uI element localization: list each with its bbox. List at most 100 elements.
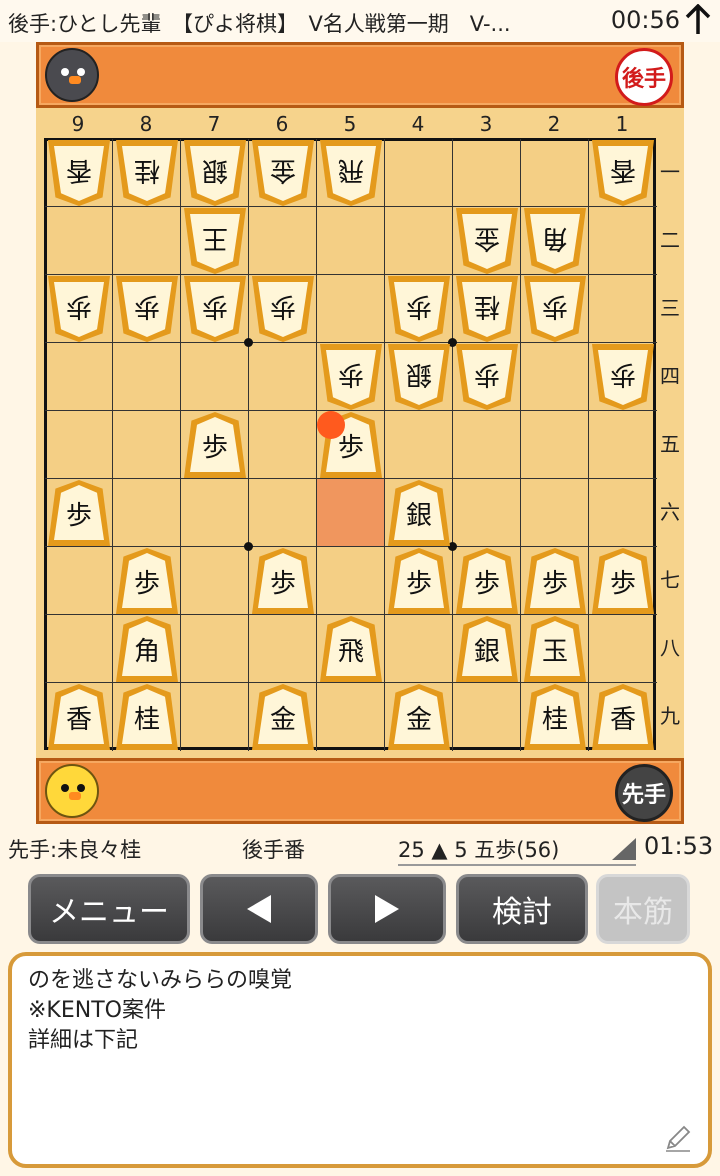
board-square[interactable] xyxy=(113,207,181,275)
board-square[interactable] xyxy=(181,615,249,683)
board-square[interactable] xyxy=(249,343,317,411)
board-square[interactable] xyxy=(385,207,453,275)
piece-glyph: 歩 xyxy=(270,291,297,322)
piece-glyph: 歩 xyxy=(134,291,161,322)
sente-piece[interactable]: 歩 xyxy=(388,548,450,614)
gote-piece[interactable]: 桂 xyxy=(119,143,175,203)
board-square[interactable] xyxy=(453,683,521,751)
sente-piece[interactable]: 桂 xyxy=(116,684,178,750)
sente-piece[interactable]: 歩 xyxy=(184,412,246,478)
gote-piece[interactable]: 飛 xyxy=(323,143,379,203)
board-square[interactable] xyxy=(249,207,317,275)
board-square[interactable] xyxy=(113,343,181,411)
board-square[interactable] xyxy=(589,411,657,479)
board-square[interactable] xyxy=(181,547,249,615)
gote-piece[interactable]: 歩 xyxy=(119,279,175,339)
gote-piece[interactable]: 歩 xyxy=(459,347,515,407)
file-label: 4 xyxy=(411,112,425,136)
board-square[interactable] xyxy=(521,479,589,547)
board-square[interactable] xyxy=(181,479,249,547)
sente-piece[interactable]: 香 xyxy=(48,684,110,750)
board-square[interactable] xyxy=(589,615,657,683)
board-square[interactable] xyxy=(249,615,317,683)
gote-piece[interactable]: 歩 xyxy=(391,279,447,339)
board-square[interactable] xyxy=(521,411,589,479)
board-square[interactable] xyxy=(113,479,181,547)
board-square[interactable] xyxy=(317,547,385,615)
next-move-button[interactable] xyxy=(328,874,446,944)
pencil-icon[interactable] xyxy=(662,1122,694,1154)
board-square[interactable] xyxy=(181,683,249,751)
gote-piece[interactable]: 歩 xyxy=(527,279,583,339)
sente-piece[interactable]: 銀 xyxy=(388,480,450,546)
gote-piece[interactable]: 歩 xyxy=(255,279,311,339)
board-square[interactable] xyxy=(385,139,453,207)
sente-piece[interactable]: 飛 xyxy=(320,616,382,682)
sente-piece[interactable]: 金 xyxy=(388,684,450,750)
board-square[interactable] xyxy=(385,411,453,479)
board-square[interactable] xyxy=(45,411,113,479)
board-square[interactable] xyxy=(589,207,657,275)
board-square[interactable] xyxy=(453,411,521,479)
sente-piece[interactable]: 歩 xyxy=(524,548,586,614)
gote-piece[interactable]: 香 xyxy=(595,143,651,203)
gote-piece[interactable]: 金 xyxy=(255,143,311,203)
current-move[interactable]: 25 ▲ 5 五歩(56) xyxy=(398,834,636,866)
gote-piece[interactable]: 歩 xyxy=(595,347,651,407)
gote-piece[interactable]: 歩 xyxy=(187,279,243,339)
file-label: 7 xyxy=(207,112,221,136)
gote-piece[interactable]: 歩 xyxy=(323,347,379,407)
sente-piece[interactable]: 香 xyxy=(592,684,654,750)
board-square[interactable] xyxy=(45,207,113,275)
board-square[interactable] xyxy=(181,343,249,411)
gote-piece[interactable]: 銀 xyxy=(187,143,243,203)
sente-piece[interactable]: 歩 xyxy=(252,548,314,614)
gote-piece[interactable]: 桂 xyxy=(459,279,515,339)
piece-glyph: 歩 xyxy=(473,568,500,599)
sente-piece[interactable]: 歩 xyxy=(116,548,178,614)
board-square[interactable] xyxy=(317,207,385,275)
sente-piece[interactable]: 歩 xyxy=(48,480,110,546)
board-square[interactable] xyxy=(249,479,317,547)
piece-glyph: 歩 xyxy=(337,432,364,463)
prev-move-button[interactable] xyxy=(200,874,318,944)
rank-label: 一 xyxy=(660,160,680,184)
sente-piece[interactable]: 歩 xyxy=(592,548,654,614)
sente-piece[interactable]: 角 xyxy=(116,616,178,682)
board-square[interactable] xyxy=(385,615,453,683)
rank-labels: 一二三四五六七八九 xyxy=(656,138,684,750)
board-square[interactable] xyxy=(521,139,589,207)
gote-piece[interactable]: 香 xyxy=(51,143,107,203)
gote-piece[interactable]: 歩 xyxy=(51,279,107,339)
study-button[interactable]: 検討 xyxy=(456,874,588,944)
sente-piece[interactable]: 銀 xyxy=(456,616,518,682)
board-square[interactable] xyxy=(589,479,657,547)
piece-glyph: 歩 xyxy=(65,500,92,531)
sente-piece[interactable]: 歩 xyxy=(456,548,518,614)
board-square[interactable] xyxy=(113,411,181,479)
move-dropdown-icon[interactable] xyxy=(612,838,636,860)
gote-piece[interactable]: 金 xyxy=(459,211,515,271)
sente-piece[interactable]: 金 xyxy=(252,684,314,750)
mainline-button[interactable]: 本筋 xyxy=(596,874,690,944)
piece-glyph: 歩 xyxy=(542,291,569,322)
arrow-up-icon[interactable] xyxy=(684,4,712,36)
board-square[interactable] xyxy=(249,411,317,479)
board-square[interactable] xyxy=(45,343,113,411)
board-square[interactable] xyxy=(45,547,113,615)
sente-piece[interactable]: 玉 xyxy=(524,616,586,682)
board-square[interactable] xyxy=(317,479,385,547)
board-square[interactable] xyxy=(453,479,521,547)
comment-box[interactable]: のを逃さないみららの嗅覚 ※KENTO案件 詳細は下記 xyxy=(8,952,712,1168)
board-square[interactable] xyxy=(589,275,657,343)
gote-piece[interactable]: 王 xyxy=(187,211,243,271)
board-square[interactable] xyxy=(453,139,521,207)
board-square[interactable] xyxy=(317,275,385,343)
board-square[interactable] xyxy=(45,615,113,683)
sente-piece[interactable]: 桂 xyxy=(524,684,586,750)
menu-button[interactable]: メニュー xyxy=(28,874,190,944)
board-square[interactable] xyxy=(521,343,589,411)
gote-piece[interactable]: 銀 xyxy=(391,347,447,407)
board-square[interactable] xyxy=(317,683,385,751)
gote-piece[interactable]: 角 xyxy=(527,211,583,271)
